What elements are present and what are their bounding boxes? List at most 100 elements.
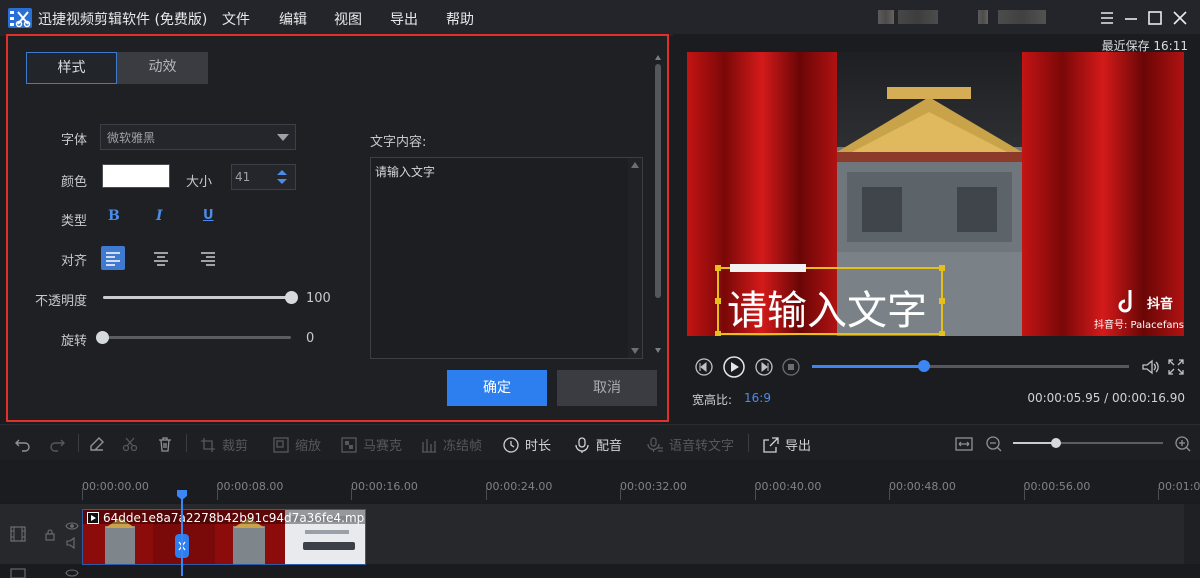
ruler-tick-label: 00:00:40.00 (754, 480, 822, 493)
play-icon[interactable] (722, 355, 746, 379)
user-avatar[interactable] (878, 10, 894, 24)
scroll-up-icon[interactable] (631, 162, 639, 168)
font-size-stepper[interactable]: 41 (231, 164, 296, 190)
aspect-ratio-value[interactable]: 16:9 (744, 391, 771, 405)
preview-panel: 最近保存 16:11 请输入文字 抖音 抖音号: Palacefans 宽高比:… (673, 34, 1200, 422)
clip-file-name: 64dde1e8a7a2278b42b91c94d7a36fe4.mp4 (103, 511, 366, 525)
menu-icon[interactable] (1097, 8, 1117, 28)
maximize-icon[interactable] (1145, 8, 1165, 28)
delete-button[interactable] (156, 435, 174, 453)
aspect-ratio-label: 宽高比: (692, 393, 733, 407)
speech-to-text-label: 语音转文字 (669, 439, 735, 454)
menu-edit[interactable]: 编辑 (279, 9, 307, 29)
timeline-ruler[interactable]: 00:00:00.00 00:00:08.00 00:00:16.00 00:00:2… (0, 462, 1200, 502)
opacity-slider-knob[interactable] (285, 291, 298, 304)
trash-icon (159, 437, 171, 452)
ruler-tick-label: 00:00:16.00 (351, 480, 418, 493)
playback-progress-knob[interactable] (917, 360, 930, 372)
align-label: 对齐 (61, 254, 88, 269)
timeline-zoom-slider-knob[interactable] (1051, 438, 1061, 448)
mosaic-button[interactable]: 马赛克 (340, 435, 402, 454)
freeze-frame-button[interactable]: 冻结帧 (420, 435, 482, 454)
caption-text[interactable]: 请输入文字 (727, 278, 927, 336)
visibility-eye-icon[interactable] (65, 568, 79, 578)
fit-timeline-button[interactable] (955, 435, 973, 453)
menu-help[interactable]: 帮助 (446, 9, 474, 29)
bold-button[interactable]: B (108, 208, 120, 224)
undo-button[interactable] (14, 435, 32, 453)
lock-icon[interactable] (44, 529, 56, 541)
zoom-out-icon (986, 436, 1002, 452)
playhead-line[interactable] (181, 494, 183, 576)
chevron-down-icon (277, 134, 289, 141)
textarea-scrollbar[interactable] (628, 158, 642, 358)
zoom-button[interactable]: 缩放 (272, 435, 321, 454)
zoom-in-icon (1175, 436, 1191, 452)
menu-file[interactable]: 文件 (222, 9, 250, 29)
fullscreen-icon[interactable] (1166, 357, 1186, 377)
zoom-icon (273, 436, 289, 453)
rotation-slider-track[interactable] (103, 336, 291, 339)
cancel-button[interactable]: 取消 (557, 370, 657, 406)
tab-style[interactable]: 样式 (26, 52, 117, 84)
next-frame-icon[interactable] (754, 357, 774, 377)
vip-icon[interactable] (978, 10, 988, 24)
minimize-icon[interactable] (1121, 8, 1141, 28)
text-style-panel: 样式 动效 字体 微软雅黑 颜色 大小 41 类型 B I U 对齐 不透明度 … (6, 34, 669, 422)
confirm-button[interactable]: 确定 (447, 370, 547, 406)
crop-button[interactable]: 裁剪 (199, 435, 248, 454)
underline-button[interactable]: U (203, 208, 214, 223)
text-content-input[interactable]: 请输入文字 (370, 157, 643, 359)
rotation-slider-knob[interactable] (96, 331, 109, 344)
vip-label[interactable] (998, 10, 1046, 24)
video-file-icon (87, 512, 99, 524)
export-icon (763, 436, 779, 453)
panel-scrollbar[interactable] (653, 54, 663, 356)
tab-animation[interactable]: 动效 (117, 52, 208, 84)
app-logo-icon (8, 8, 32, 28)
duration-button[interactable]: 时长 (502, 435, 551, 454)
video-track[interactable]: 64dde1e8a7a2278b42b91c94d7a36fe4.mp4 (0, 504, 1200, 565)
italic-button[interactable]: I (156, 208, 163, 224)
visibility-eye-icon[interactable] (65, 521, 79, 531)
close-icon[interactable] (1170, 8, 1190, 28)
decrement-icon[interactable] (277, 179, 287, 184)
playback-progress-fill (812, 365, 924, 368)
text-content-label: 文字内容: (370, 135, 427, 150)
track-scrollbar[interactable] (1184, 504, 1200, 564)
scroll-down-icon[interactable] (631, 348, 639, 354)
color-picker[interactable] (102, 164, 170, 188)
ruler-tick-mark (82, 488, 83, 500)
stop-icon[interactable] (781, 357, 801, 377)
video-preview[interactable]: 请输入文字 抖音 抖音号: Palacefans (687, 52, 1184, 336)
redo-button[interactable] (48, 435, 66, 453)
ruler-tick-mark (485, 488, 487, 500)
export-button[interactable]: 导出 (762, 435, 811, 454)
align-left-icon[interactable] (101, 246, 125, 270)
font-dropdown[interactable]: 微软雅黑 (100, 124, 296, 150)
zoom-in-button[interactable] (1174, 435, 1192, 453)
menu-view[interactable]: 视图 (334, 9, 362, 29)
speech-to-text-button[interactable]: 语音转文字 (646, 435, 734, 454)
dub-button[interactable]: 配音 (573, 435, 622, 454)
video-clip[interactable]: 64dde1e8a7a2278b42b91c94d7a36fe4.mp4 (82, 509, 366, 565)
split-button[interactable] (121, 435, 139, 453)
increment-icon[interactable] (277, 170, 287, 175)
audio-speaker-icon[interactable] (66, 537, 78, 549)
menu-export[interactable]: 导出 (390, 9, 418, 29)
font-label: 字体 (61, 133, 88, 148)
toolbar-divider (78, 434, 79, 452)
watermark-id: 抖音号: Palacefans (1094, 320, 1184, 331)
edit-button[interactable] (88, 435, 106, 453)
align-center-icon[interactable] (149, 246, 173, 270)
export-label: 导出 (785, 439, 812, 454)
volume-icon[interactable] (1140, 357, 1160, 377)
previous-frame-icon[interactable] (694, 357, 714, 377)
ruler-tick-label: 00:00:56.00 (1023, 480, 1091, 493)
zoom-out-button[interactable] (985, 435, 1003, 453)
align-right-icon[interactable] (196, 246, 220, 270)
user-name[interactable] (898, 10, 938, 24)
duration-label: 时长 (525, 439, 552, 454)
freeze-frame-label: 冻结帧 (443, 439, 483, 454)
ruler-tick-mark (754, 488, 756, 500)
